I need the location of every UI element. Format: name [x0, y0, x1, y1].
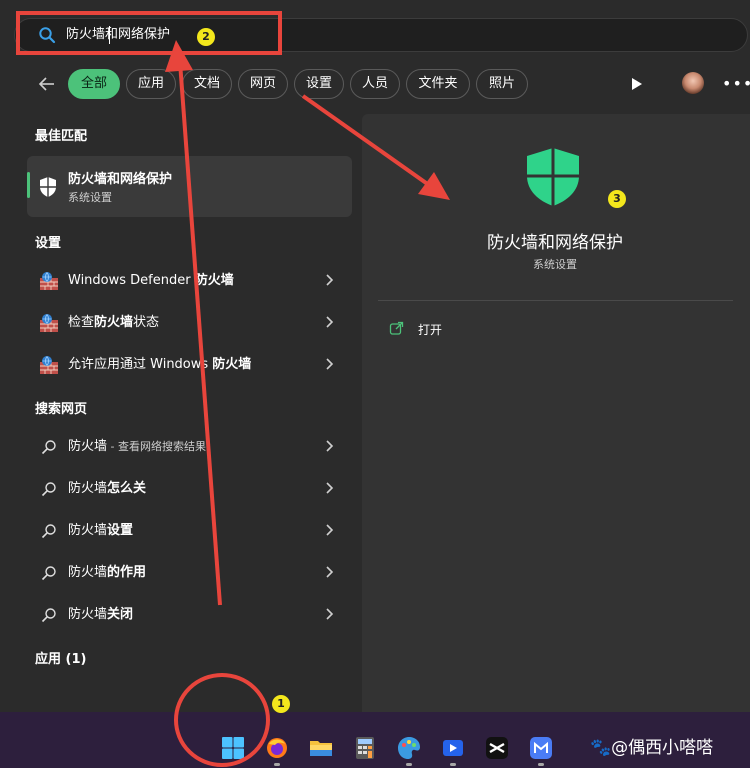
running-indicator	[450, 763, 456, 766]
section-title-settings: 设置	[35, 236, 62, 251]
firefox-icon[interactable]	[265, 736, 289, 760]
running-indicator	[538, 763, 544, 766]
selection-accent	[27, 172, 30, 198]
firewall-brick-icon	[40, 272, 58, 290]
settings-item-defender-firewall[interactable]: Windows Defender 防火墙	[27, 261, 352, 301]
detail-subtitle: 系统设置	[533, 258, 577, 271]
shield-icon	[527, 148, 579, 206]
back-arrow-icon[interactable]	[37, 74, 57, 94]
search-icon	[41, 524, 56, 539]
web-item-how-to-turn-off[interactable]: 防火墙怎么关	[27, 469, 352, 509]
detail-title: 防火墙和网络保护	[487, 233, 623, 253]
capcut-icon[interactable]	[485, 736, 509, 760]
filter-photos[interactable]: 照片	[476, 69, 528, 99]
search-icon	[41, 608, 56, 623]
web-item-firewall-results[interactable]: 防火墙 - 查看网络搜索结果	[27, 427, 352, 467]
web-item-label: 防火墙 - 查看网络搜索结果	[68, 439, 206, 454]
chevron-right-icon	[326, 524, 334, 536]
web-item-label: 防火墙的作用	[68, 565, 147, 580]
web-item-purpose[interactable]: 防火墙的作用	[27, 553, 352, 593]
chevron-right-icon	[326, 608, 334, 620]
web-item-label: 防火墙关闭	[68, 607, 134, 622]
detail-divider	[378, 300, 733, 301]
open-external-icon[interactable]	[389, 321, 404, 336]
web-item-close[interactable]: 防火墙关闭	[27, 595, 352, 635]
settings-item-label: 检查防火墙状态	[68, 315, 160, 330]
open-action-label[interactable]: 打开	[418, 321, 442, 338]
play-icon[interactable]	[630, 76, 644, 92]
watermark: 🐾@偶西小嗒嗒	[590, 738, 714, 758]
web-item-label: 防火墙怎么关	[68, 481, 147, 496]
user-avatar[interactable]	[682, 72, 704, 94]
chevron-right-icon	[326, 482, 334, 494]
settings-item-label: Windows Defender 防火墙	[68, 273, 234, 288]
filter-folders[interactable]: 文件夹	[406, 69, 470, 99]
best-match-title: 防火墙和网络保护	[68, 172, 173, 187]
filter-web[interactable]: 网页	[238, 69, 288, 99]
firewall-brick-icon	[40, 356, 58, 374]
file-explorer-icon[interactable]	[309, 736, 333, 760]
section-title-web: 搜索网页	[35, 402, 88, 417]
settings-item-allow-app-through-firewall[interactable]: 允许应用通过 Windows 防火墙	[27, 345, 352, 385]
section-title-apps[interactable]: 应用 (1)	[35, 648, 86, 667]
filter-documents[interactable]: 文档	[182, 69, 232, 99]
chevron-right-icon	[326, 440, 334, 452]
firewall-brick-icon	[40, 314, 58, 332]
settings-item-label: 允许应用通过 Windows 防火墙	[68, 357, 252, 372]
annotation-badge-3: 3	[608, 190, 626, 208]
section-title-best-match: 最佳匹配	[35, 129, 88, 144]
chevron-right-icon	[326, 358, 334, 370]
running-indicator	[274, 763, 280, 766]
calculator-icon[interactable]	[353, 736, 377, 760]
search-icon	[41, 482, 56, 497]
paint-icon[interactable]	[397, 736, 421, 760]
chevron-right-icon	[326, 274, 334, 286]
messaging-app-icon[interactable]	[529, 736, 553, 760]
running-indicator	[406, 763, 412, 766]
chevron-right-icon	[326, 316, 334, 328]
windows-start-icon[interactable]	[221, 736, 245, 760]
annotation-badge-1: 1	[272, 695, 290, 713]
settings-item-check-firewall-status[interactable]: 检查防火墙状态	[27, 303, 352, 343]
web-item-settings[interactable]: 防火墙设置	[27, 511, 352, 551]
paw-icon: 🐾	[590, 738, 612, 758]
best-match-subtitle: 系统设置	[68, 191, 112, 204]
filter-all[interactable]: 全部	[68, 69, 120, 99]
more-options-icon[interactable]: •••	[722, 76, 750, 92]
annotation-badge-2: 2	[197, 28, 215, 46]
filter-apps[interactable]: 应用	[126, 69, 176, 99]
annotation-box-search	[16, 11, 282, 55]
chevron-right-icon	[326, 566, 334, 578]
shield-icon	[40, 177, 56, 197]
search-icon	[41, 566, 56, 581]
filter-people[interactable]: 人员	[350, 69, 400, 99]
video-editor-icon[interactable]	[441, 736, 465, 760]
filter-settings[interactable]: 设置	[294, 69, 344, 99]
search-icon	[41, 440, 56, 455]
web-item-label: 防火墙设置	[68, 523, 134, 538]
